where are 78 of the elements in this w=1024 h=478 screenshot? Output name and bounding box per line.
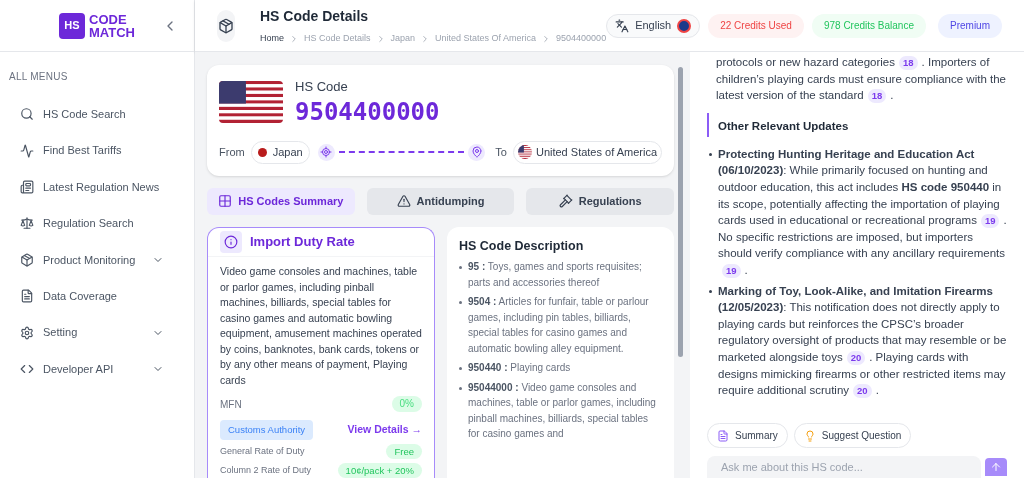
credits-balance-badge: 978 Credits Balance xyxy=(811,13,926,38)
sidebar-item[interactable]: Data Coverage xyxy=(0,277,194,315)
sidebar-item[interactable]: Find Best Tariffs xyxy=(0,132,194,169)
sidebar-item[interactable]: Developer API xyxy=(0,350,194,388)
logo-mark: HS xyxy=(59,12,85,39)
description-item: 95 : Toys, games and sports requisites; parts and accessories thereof xyxy=(468,260,643,290)
bullet-icon xyxy=(709,152,712,156)
bullet-icon xyxy=(459,266,462,270)
card-title: HS Code Description xyxy=(459,237,585,255)
search-icon xyxy=(20,107,34,122)
lightbulb-icon xyxy=(803,429,816,442)
section-label: ALL MENUS xyxy=(8,70,69,84)
logo-text: CODE xyxy=(89,12,128,26)
page-title: HS Code Details xyxy=(259,6,370,26)
card-title: Import Duty Rate xyxy=(250,233,355,251)
us-flag-icon xyxy=(219,80,283,123)
document-icon xyxy=(717,429,729,442)
answer-paragraph: protocols or new hazard categories 18 . Importers of children’s playing cards must ensure compliance with the latest version of the standard 18 . xyxy=(716,55,1007,104)
answer-bullet: Marking of Toy, Look-Alike, and Imitation Firearms (12/05/2023): This notification does not directly apply to playing cards but reinforces the CPSC’s broader regulatory oversight of products that may resemble or be marketed alongside toys 20 . Playing cards with designs mimicking firearms or other restricted items may require additional scrutiny 20 . xyxy=(718,283,1007,399)
rate-label: General Rate of Duty xyxy=(220,444,305,458)
rate-value: Free xyxy=(386,444,422,459)
tab[interactable]: HS Codes Summary xyxy=(207,187,355,215)
description-item: 9504 : Articles for funfair, table or parlour games, including pin tables, billiards, special tables for casino games and automatic bowling alley equipment. xyxy=(468,295,650,356)
sidebar-item[interactable]: Latest Regulation News xyxy=(0,168,194,206)
bullet-icon xyxy=(709,289,712,293)
bullet-icon xyxy=(459,301,462,305)
settings-icon xyxy=(20,325,34,340)
rate-value: 10¢/pack + 20% xyxy=(337,463,422,478)
credits-used-badge: 22 Credits Used xyxy=(708,13,804,38)
section-heading: Other Relevant Updates xyxy=(718,119,849,132)
chat-input-field[interactable]: Ask me about this HS code... xyxy=(707,456,981,478)
citation-badge[interactable]: 20 xyxy=(846,350,866,365)
tab[interactable]: Antidumping xyxy=(366,187,515,215)
newspaper-icon xyxy=(20,179,34,194)
customs-authority-badge: Customs Authority xyxy=(220,420,314,440)
scrollbar[interactable] xyxy=(678,67,683,357)
view-details-link[interactable]: View Details → xyxy=(347,422,422,438)
hs-code-value: 9504400000 xyxy=(295,96,440,127)
scale-icon xyxy=(20,216,34,231)
description-item: 950440 : Playing cards xyxy=(468,361,571,376)
sidebar-item[interactable]: HS Code Search xyxy=(0,96,194,133)
hs-code-label: HS Code xyxy=(295,78,349,96)
mfn-label: MFN xyxy=(220,397,242,412)
document-icon xyxy=(20,289,34,304)
mfn-rate: 0% xyxy=(391,396,422,412)
bullet-icon xyxy=(459,367,462,371)
translate-icon xyxy=(615,18,630,33)
citation-badge[interactable]: 18 xyxy=(867,89,887,104)
box-icon xyxy=(217,17,234,34)
chart-line-icon xyxy=(20,143,34,158)
citation-badge[interactable]: 19 xyxy=(980,214,1000,229)
description-item: 95044000 : Video game consoles and machines, table or parlor games, including pinball machines, billiards, special tables for casino games and xyxy=(468,380,657,442)
sidebar-item[interactable]: Setting xyxy=(0,314,194,351)
gavel-icon xyxy=(558,194,573,208)
from-label: From xyxy=(219,144,245,160)
citation-badge[interactable]: 20 xyxy=(853,384,872,399)
tab[interactable]: Regulations xyxy=(526,187,674,215)
warning-icon xyxy=(396,194,411,208)
language-selector[interactable]: English xyxy=(606,13,701,38)
flag-icon xyxy=(677,18,692,33)
japan-flag-icon xyxy=(257,147,267,157)
arrow-up-icon xyxy=(990,461,1002,473)
breadcrumb-link[interactable]: Home xyxy=(259,31,284,46)
sidebar-item[interactable]: Product Monitoring xyxy=(0,241,194,278)
answer-bullet: Protecting Hunting Heritage and Education Act (06/10/2023): While primarily focused on hunting and outdoor education, this act includes HS code 950440 in its scope, potentially affecting the importation of playing cards used in educational or recreational programs 19 . No specific restrictions are imposed, but importers should verify compliance with any ancillary requirements 19 . xyxy=(718,146,1007,279)
plan-badge: Premium xyxy=(938,13,1002,38)
duty-description: Video game consoles and machines, table or parlor games, including pinball machines, billiards, special tables for casino games and automatic bowling equipment, amusement machines operated by coins, banknotes, bank cards, tokens or by any other means of payment, Playing cards xyxy=(220,264,422,388)
send-button[interactable] xyxy=(985,458,1007,476)
box-icon xyxy=(20,252,34,267)
sidebar-item[interactable]: Regulation Search xyxy=(0,205,194,242)
rate-label: Column 2 Rate of Duty xyxy=(220,463,312,477)
citation-badge[interactable]: 19 xyxy=(722,263,741,278)
us-flag-icon xyxy=(517,145,532,159)
logo-text: MATCH xyxy=(89,25,135,39)
grid-icon xyxy=(218,194,233,208)
to-label: To xyxy=(495,144,507,160)
citation-badge[interactable]: 18 xyxy=(899,56,918,70)
bullet-icon xyxy=(459,386,462,390)
